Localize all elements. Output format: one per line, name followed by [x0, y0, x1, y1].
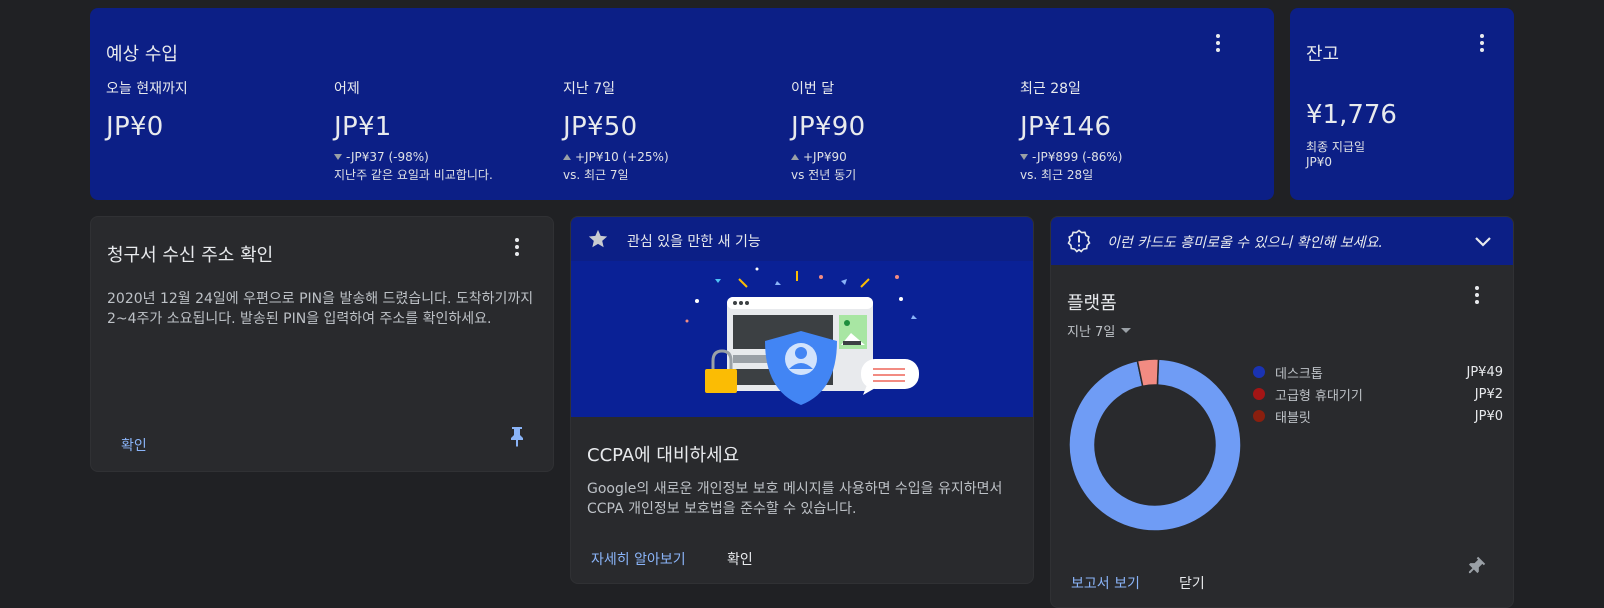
- chevron-down-icon[interactable]: [1473, 231, 1493, 251]
- metric-delta: -JP¥899 (-86%): [1020, 150, 1250, 164]
- platform-more-options-icon[interactable]: [1465, 283, 1489, 307]
- metric-compare: vs 전년 동기: [791, 168, 857, 182]
- star-icon: [588, 229, 608, 248]
- address-card-body: 2020년 12월 24일에 우편으로 PIN을 발송해 드렸습니다. 도착하기…: [107, 291, 534, 327]
- trend-down-icon: [1020, 154, 1028, 160]
- balance-value: ¥1,776: [1306, 100, 1397, 130]
- metric-value: JP¥50: [563, 112, 638, 142]
- legend-item-desktop: 데스크톱 JP¥49: [1253, 361, 1503, 383]
- caret-down-icon: [1121, 328, 1132, 333]
- legend-item-tablet: 태블릿 JP¥0: [1253, 405, 1503, 427]
- features-header: 관심 있을 만한 새 기능: [571, 217, 1033, 261]
- platform-legend: 데스크톱 JP¥49 고급형 휴대기기 JP¥2 태블릿 JP¥0: [1253, 361, 1503, 427]
- features-card-body: Google의 새로운 개인정보 보호 메시지를 사용하면 수입을 유지하면서 …: [587, 481, 1003, 517]
- view-report-button[interactable]: 보고서 보기: [1071, 573, 1140, 593]
- privacy-illustration-graphic: [685, 267, 919, 405]
- privacy-illustration: [571, 261, 1033, 417]
- metric-value: JP¥90: [791, 112, 866, 142]
- features-header-label: 관심 있을 만한 새 기능: [627, 234, 761, 250]
- legend-dot: [1253, 366, 1265, 378]
- metric-this-month: 이번 달 JP¥90 +JP¥90 vs 전년 동기: [791, 78, 1021, 183]
- metric-value: JP¥146: [1020, 112, 1112, 142]
- platform-title: 플랫폼: [1067, 293, 1117, 314]
- pin-icon[interactable]: [1465, 555, 1487, 577]
- estimated-earnings-card: 예상 수입 오늘 현재까지 JP¥0 어제 JP¥1 -JP¥37 (-98%)…: [90, 8, 1274, 200]
- legend-item-high-end-mobile: 고급형 휴대기기 JP¥2: [1253, 383, 1503, 405]
- pin-icon[interactable]: [507, 425, 527, 447]
- suggestion-header-label: 이런 카드도 흥미로울 수 있으니 확인해 보세요.: [1107, 235, 1383, 251]
- metric-compare: vs. 최근 7일: [563, 168, 629, 182]
- confirm-button[interactable]: 확인: [727, 549, 753, 569]
- address-verification-card: 청구서 수신 주소 확인 2020년 12월 24일에 우편으로 PIN을 발송…: [90, 216, 554, 472]
- balance-more-options-icon[interactable]: [1470, 31, 1494, 55]
- estimated-earnings-title: 예상 수입: [106, 44, 178, 65]
- metric-yesterday: 어제 JP¥1 -JP¥37 (-98%) 지난주 같은 요일과 비교합니다.: [334, 78, 564, 183]
- metric-last-28-days: 최근 28일 JP¥146 -JP¥899 (-86%) vs. 최근 28일: [1020, 78, 1250, 183]
- date-range-label: 지난 7일: [1067, 325, 1116, 340]
- earnings-more-options-icon[interactable]: [1206, 31, 1230, 55]
- legend-name: 데스크톱: [1275, 366, 1323, 382]
- metric-delta: +JP¥90: [791, 150, 1021, 164]
- date-range-dropdown[interactable]: 지난 7일: [1067, 321, 1132, 340]
- metric-label: 이번 달: [791, 81, 835, 97]
- suggestion-header[interactable]: 이런 카드도 흥미로울 수 있으니 확인해 보세요.: [1051, 217, 1513, 265]
- metric-compare: vs. 최근 28일: [1020, 168, 1094, 182]
- metric-delta: +JP¥10 (+25%): [563, 150, 793, 164]
- metric-label: 지난 7일: [563, 81, 615, 97]
- badge-alert-icon: [1067, 229, 1091, 253]
- legend-dot: [1253, 410, 1265, 422]
- learn-more-button[interactable]: 자세히 알아보기: [591, 549, 686, 569]
- last-payment-value: JP¥0: [1306, 155, 1333, 169]
- trend-down-icon: [334, 154, 342, 160]
- legend-value: JP¥2: [1474, 386, 1503, 402]
- metric-value: JP¥1: [334, 112, 392, 142]
- platform-donut-chart: [1068, 358, 1242, 532]
- metric-compare: 지난주 같은 요일과 비교합니다.: [334, 168, 493, 182]
- close-button[interactable]: 닫기: [1179, 573, 1205, 593]
- new-features-card: 관심 있을 만한 새 기능 CCPA에 대비하세요 Google의 새로운 개인…: [570, 216, 1034, 584]
- verify-button[interactable]: 확인: [121, 435, 147, 455]
- metric-today: 오늘 현재까지 JP¥0: [106, 78, 336, 142]
- trend-up-icon: [791, 154, 799, 160]
- metric-label: 어제: [334, 81, 360, 97]
- last-payment-label: 최종 지급일: [1306, 140, 1366, 154]
- legend-name: 고급형 휴대기기: [1275, 388, 1363, 404]
- metric-delta: -JP¥37 (-98%): [334, 150, 564, 164]
- balance-title: 잔고: [1306, 44, 1340, 65]
- metric-label: 최근 28일: [1020, 81, 1081, 97]
- platform-card: 이런 카드도 흥미로울 수 있으니 확인해 보세요. 플랫폼 지난 7일 데스크…: [1050, 216, 1514, 608]
- metric-label: 오늘 현재까지: [106, 81, 188, 97]
- legend-name: 태블릿: [1275, 410, 1311, 426]
- legend-value: JP¥0: [1474, 408, 1503, 424]
- metric-value: JP¥0: [106, 112, 164, 142]
- address-card-title: 청구서 수신 주소 확인: [107, 245, 274, 266]
- features-card-title: CCPA에 대비하세요: [587, 445, 740, 466]
- legend-value: JP¥49: [1466, 364, 1504, 380]
- balance-card: 잔고 ¥1,776 최종 지급일 JP¥0: [1290, 8, 1514, 200]
- trend-up-icon: [563, 154, 571, 160]
- metric-last-7-days: 지난 7일 JP¥50 +JP¥10 (+25%) vs. 최근 7일: [563, 78, 793, 183]
- legend-dot: [1253, 388, 1265, 400]
- address-more-options-icon[interactable]: [505, 235, 529, 259]
